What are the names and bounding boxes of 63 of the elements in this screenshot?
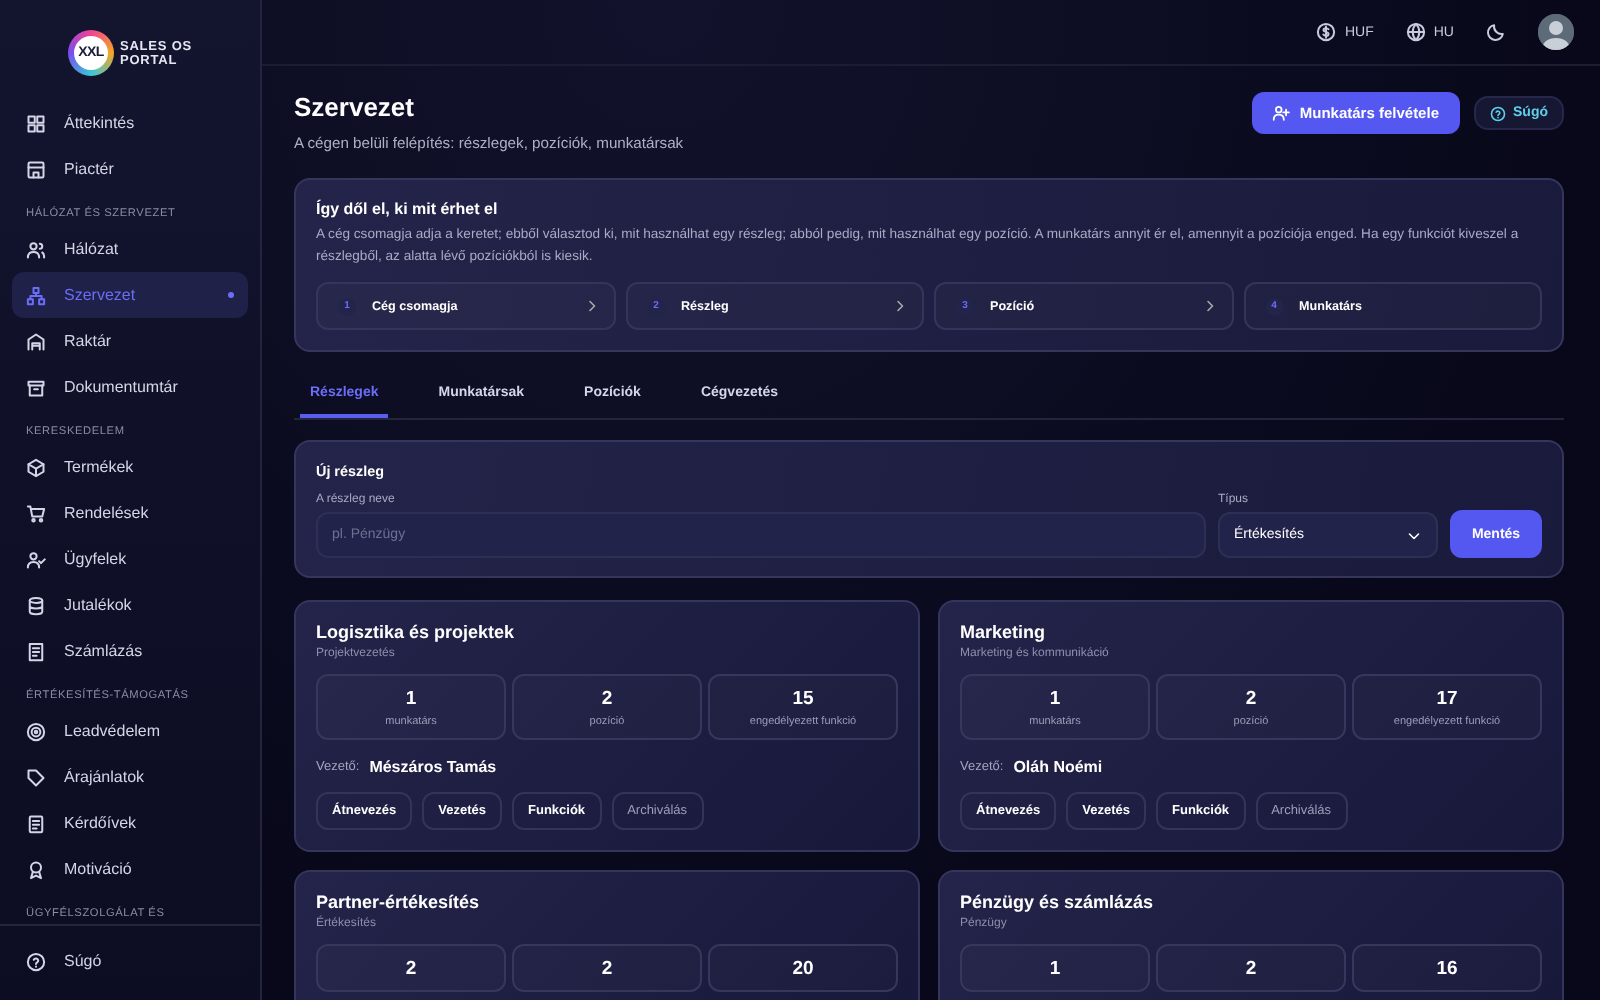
grid-icon <box>26 113 46 133</box>
stat-value: 20 <box>792 958 814 980</box>
tag-icon <box>26 767 46 787</box>
help-icon <box>26 951 46 971</box>
receipt-icon <box>26 641 46 661</box>
moon-icon[interactable] <box>1486 22 1506 42</box>
stat-value: 2 <box>405 958 417 980</box>
warehouse-icon <box>26 331 46 351</box>
sidebar-item[interactable]: Piactér <box>12 146 248 192</box>
stat-value: 1 <box>405 688 417 710</box>
database-icon <box>26 595 46 615</box>
department-name: Partner-értékesítés <box>316 892 482 912</box>
sidebar-item[interactable]: Termékek <box>12 444 248 490</box>
sidebar-item[interactable]: Hálózat <box>12 226 248 272</box>
user-plus-icon <box>1271 104 1290 122</box>
sidebar-item[interactable]: Dokumentumtár <box>12 364 248 410</box>
stat-value: 2 <box>1245 958 1257 980</box>
sidebar-item[interactable]: Leadvédelem <box>12 708 248 754</box>
info-title: Így dől el, ki mit érhet el <box>316 200 500 218</box>
chevron-right-icon <box>1201 298 1217 314</box>
active-dot <box>228 292 234 298</box>
help-icon <box>1489 105 1505 121</box>
archive-icon <box>26 377 46 397</box>
stat-value: 16 <box>1436 958 1458 980</box>
department-name: Marketing <box>960 622 1048 642</box>
stat-value: 17 <box>1436 688 1458 710</box>
stat-value: 1 <box>1049 688 1061 710</box>
sidebar-item[interactable]: Szervezet <box>12 272 248 318</box>
help-link[interactable]: Súgó <box>12 938 248 984</box>
box-icon <box>26 457 46 477</box>
user-check-icon <box>26 549 46 569</box>
stat-value: 2 <box>1245 688 1257 710</box>
store-icon <box>26 159 46 179</box>
leader-name: Mészáros Tamás <box>369 758 497 776</box>
stat-value: 2 <box>601 688 613 710</box>
sidebar-item[interactable]: Raktár <box>12 318 248 364</box>
sidebar-item[interactable]: Motiváció <box>12 846 248 892</box>
department-name: Pénzügy és számlázás <box>960 892 1156 912</box>
chevron-right-icon <box>892 298 908 314</box>
sidebar-item[interactable]: Árajánlatok <box>12 754 248 800</box>
sidebar-item[interactable]: Számlázás <box>12 628 248 674</box>
sidebar-item[interactable]: Áttekintés <box>12 100 248 146</box>
stat-value: 1 <box>1049 958 1061 980</box>
currency-icon <box>1316 22 1337 42</box>
stat-value: 15 <box>792 688 814 710</box>
globe-icon <box>1405 22 1426 42</box>
chevron-down-icon <box>1406 527 1422 543</box>
avatar[interactable] <box>1538 14 1574 50</box>
award-icon <box>26 859 46 879</box>
cart-icon <box>26 503 46 523</box>
leader-name: Oláh Noémi <box>1013 758 1103 776</box>
stat-value: 2 <box>601 958 613 980</box>
users-icon <box>26 239 46 259</box>
sidebar-item[interactable]: Kérdőívek <box>12 800 248 846</box>
sidebar-item[interactable]: Ügyfelek <box>12 536 248 582</box>
sidebar-item[interactable]: Rendelések <box>12 490 248 536</box>
target-icon <box>26 721 46 741</box>
chevron-right-icon <box>583 298 599 314</box>
hierarchy-icon <box>26 285 46 305</box>
department-name: Logisztika és projektek <box>316 622 517 642</box>
page-title: Szervezet <box>294 92 416 122</box>
clipboard-icon <box>26 813 46 833</box>
sidebar-item[interactable]: Jutalékok <box>12 582 248 628</box>
